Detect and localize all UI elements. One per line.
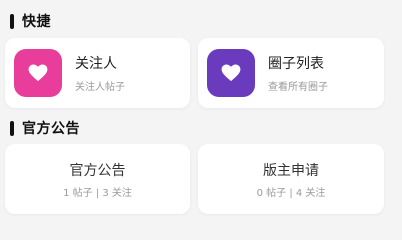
quick-card-following[interactable]: 关注人 关注人帖子 [5, 38, 190, 108]
section-title: 快捷 [22, 14, 51, 30]
quick-card-circles[interactable]: 圈子列表 查看所有圈子 [198, 38, 384, 108]
section-marker [10, 120, 14, 136]
forum-title: 版主申请 [263, 163, 319, 179]
card-subtitle: 关注人帖子 [75, 82, 125, 93]
section-marker [10, 13, 14, 29]
heart-icon [207, 49, 255, 97]
section-header-official: 官方公告 [10, 118, 80, 138]
forum-stats: 0 帖子 | 4 关注 [256, 188, 326, 199]
section-title: 官方公告 [22, 121, 80, 137]
section-header-quick: 快捷 [10, 11, 51, 31]
forum-card-moderator-apply[interactable]: 版主申请 0 帖子 | 4 关注 [198, 144, 384, 214]
forum-stats: 1 帖子 | 3 关注 [63, 188, 132, 199]
card-title: 关注人 [75, 56, 117, 72]
heart-icon [14, 49, 62, 97]
forum-title: 官方公告 [69, 163, 126, 179]
card-subtitle: 查看所有圈子 [268, 82, 328, 93]
forum-card-announcements[interactable]: 官方公告 1 帖子 | 3 关注 [5, 144, 190, 214]
card-title: 圈子列表 [268, 56, 324, 72]
